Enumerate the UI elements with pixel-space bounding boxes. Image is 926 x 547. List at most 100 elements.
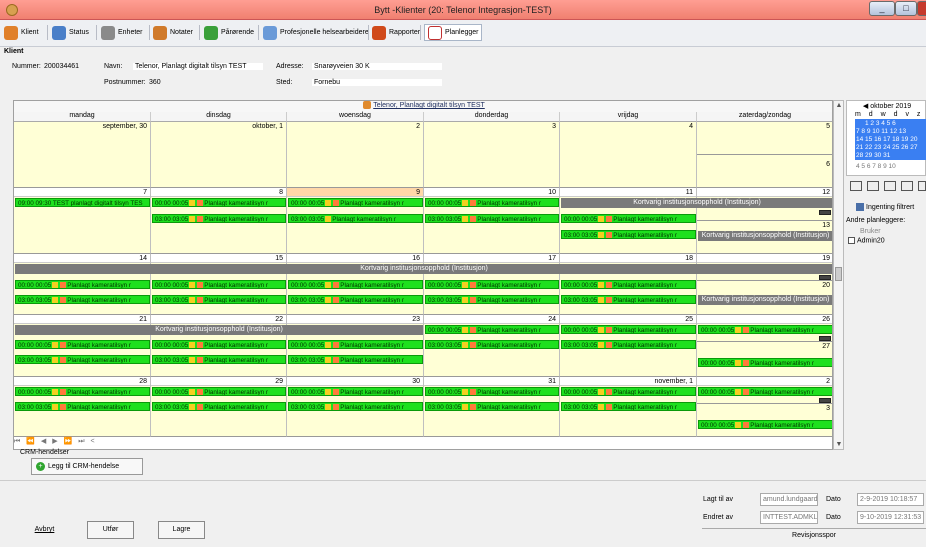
calendar-event[interactable]: 00:00 00:05 Planlagt kameratilsyn r (698, 387, 832, 396)
save-button[interactable]: Lagre (158, 521, 205, 539)
calendar-event[interactable]: 00:00 00:05 Planlagt kameratilsyn r (561, 214, 696, 223)
event-time: 00:00 00:05 (291, 200, 325, 207)
calendar-event[interactable]: 03:00 03:05 Planlagt kameratilsyn r (15, 402, 150, 411)
calendar-event[interactable]: 00:00 00:05 Planlagt kameratilsyn r (425, 325, 559, 334)
day-cell[interactable]: oktober, 1 (151, 122, 287, 188)
scroll-down-icon[interactable]: ▼ (835, 441, 843, 448)
institution-stay-event[interactable]: Kortvarig institusjonsopphold (Institusj… (15, 264, 832, 274)
calendar-event[interactable]: 00:00 00:05 Planlagt kameratilsyn r (561, 325, 696, 334)
toolbar-notater[interactable]: Notater (153, 24, 193, 41)
timeline-view-icon[interactable] (918, 181, 926, 191)
calendar-event[interactable]: 00:00 00:05 Planlagt kameratilsyn r (561, 387, 696, 396)
calendar-event[interactable]: 00:00 00:05 Planlagt kameratilsyn r (15, 387, 150, 396)
toolbar-profesjonelle[interactable]: Profesjonelle helsearbeidere (263, 24, 369, 41)
calendar-event[interactable]: 03:00 03:05 Planlagt kameratilsyn r (288, 355, 423, 364)
scroll-up-icon[interactable]: ▲ (835, 102, 843, 109)
calendar-event[interactable]: 00:00 00:05 Planlagt kameratilsyn r (152, 340, 286, 349)
revision-log-button[interactable]: Revisjonsspor (702, 528, 926, 542)
calendar-event[interactable]: 03:00 03:05 Planlagt kameratilsyn r (561, 340, 696, 349)
calendar-event[interactable]: 03:00 03:05 Planlagt kameratilsyn r (152, 402, 286, 411)
calendar-scrollbar[interactable]: ▲ ▼ (833, 100, 844, 450)
more-indicator[interactable] (819, 398, 831, 403)
filter-button[interactable]: Ingenting filtrert (856, 203, 914, 211)
calendar-event[interactable]: 03:00 03:05 Planlagt kameratilsyn r (561, 402, 696, 411)
calendar-event[interactable]: 00:00 00:05 Planlagt kameratilsyn r (288, 340, 423, 349)
calendar-event[interactable]: 03:00 03:05 Planlagt kameratilsyn r (288, 402, 423, 411)
camera-icon (606, 216, 613, 222)
execute-button[interactable]: Utfør (87, 521, 134, 539)
calendar-event[interactable]: 03:00 03:05 Planlagt kameratilsyn r (425, 214, 559, 223)
workweek-view-icon[interactable] (867, 181, 879, 191)
more-indicator[interactable] (819, 275, 831, 280)
toolbar-rapporter[interactable]: Rapporter (372, 24, 420, 41)
calendar-event[interactable]: 00:00 00:05 Planlagt kameratilsyn r (15, 280, 150, 289)
calendar-event[interactable]: 03:00 03:05 Planlagt kameratilsyn r (152, 355, 286, 364)
day-cell[interactable]: 2 (287, 122, 424, 188)
calendar-event[interactable]: 03:00 03:05 Planlagt kameratilsyn r (561, 295, 696, 304)
mini-calendar-row[interactable]: 4 5 6 7 8 9 10 (856, 163, 896, 170)
week-view-icon[interactable] (884, 181, 896, 191)
mini-calendar-row[interactable]: 21 22 23 24 25 26 27 (856, 144, 917, 151)
calendar-event[interactable]: 00:00 00:05 Planlagt kameratilsyn r (698, 325, 832, 334)
more-indicator[interactable] (819, 336, 831, 341)
institution-stay-event[interactable]: Kortvarig institusjonsopphold (Institusj… (561, 198, 832, 208)
calendar-event[interactable]: 03:00 03:05 Planlagt kameratilsyn r (152, 295, 286, 304)
calendar-event[interactable]: 03:00 03:05 Planlagt kameratilsyn r (425, 402, 559, 411)
mini-calendar[interactable]: ◀ oktober 2019 m d w d v z z 1 2 3 4 5 6… (846, 100, 926, 176)
cancel-button[interactable]: Avbryt (21, 521, 68, 539)
day-cell-sunday[interactable]: 6 (697, 155, 832, 188)
checkbox[interactable] (848, 237, 855, 244)
calendar-event[interactable]: 00:00 00:05 Planlagt kameratilsyn r (15, 340, 150, 349)
calendar-event[interactable]: 00:00 00:05 Planlagt kameratilsyn r (425, 387, 559, 396)
calendar-event[interactable]: 00:00 00:05 Planlagt kameratilsyn r (425, 198, 559, 207)
mini-calendar-row[interactable]: 28 29 30 31 (856, 152, 890, 159)
calendar-event[interactable]: 00:00 00:05 Planlagt kameratilsyn r (288, 280, 423, 289)
calendar-event[interactable]: 00:00 00:05 Planlagt kameratilsyn r (561, 280, 696, 289)
mini-calendar-row[interactable]: 14 15 16 17 18 19 20 (856, 136, 917, 143)
calendar-event[interactable]: 00:00 00:05 Planlagt kameratilsyn r (288, 198, 423, 207)
calendar-event[interactable]: 00:00 00:05 Planlagt kameratilsyn r (152, 280, 286, 289)
scrollbar-thumb[interactable] (835, 267, 842, 281)
day-cell[interactable]: 4 (560, 122, 697, 188)
toolbar-parorende[interactable]: Pårørende (204, 24, 254, 41)
calendar-event[interactable]: 00:00 00:05 Planlagt kameratilsyn r (152, 387, 286, 396)
toolbar-klient[interactable]: Klient (4, 24, 39, 41)
calendar-event[interactable]: 09:00 09:30 TEST planlagt digitalt tilsy… (15, 198, 150, 207)
calendar-event[interactable]: 03:00 03:05 Planlagt kameratilsyn r (425, 340, 559, 349)
calendar-event[interactable]: 03:00 03:05 Planlagt kameratilsyn r (425, 295, 559, 304)
calendar-event[interactable]: 03:00 03:05 Planlagt kameratilsyn r (15, 355, 150, 364)
institution-stay-event[interactable]: Kortvarig institusjonsopphold (Institusj… (15, 325, 423, 335)
calendar-event[interactable]: 00:00 00:05 Planlagt kameratilsyn r (288, 387, 423, 396)
calendar-navigation[interactable]: ⏮ ⏪ ◀ ▶ ⏩ ⏭ < (14, 437, 97, 446)
mini-calendar-row[interactable]: 1 2 3 4 5 6 (865, 120, 896, 127)
calendar-event[interactable]: 00:00 00:05 Planlagt kameratilsyn r (698, 358, 832, 367)
minimize-button[interactable]: _ (869, 1, 895, 16)
day-view-icon[interactable] (850, 181, 862, 191)
calendar-event[interactable]: 03:00 03:05 Planlagt kameratilsyn r (152, 214, 286, 223)
calendar-title[interactable]: Telenor, Planlagt digitalt tilsyn TEST (14, 101, 832, 112)
calendar-event[interactable]: 00:00 00:05 Planlagt kameratilsyn r (698, 420, 832, 429)
month-view-icon[interactable] (901, 181, 913, 191)
toolbar-status[interactable]: Status (52, 24, 89, 41)
mini-calendar-row[interactable]: 7 8 9 10 11 12 13 (856, 128, 906, 135)
calendar-event[interactable]: 00:00 00:05 Planlagt kameratilsyn r (425, 280, 559, 289)
day-cell[interactable]: 3 (424, 122, 560, 188)
calendar-event[interactable]: 03:00 03:05 Planlagt kameratilsyn r (15, 295, 150, 304)
calendar-event[interactable]: 03:00 03:05 Planlagt kameratilsyn r (288, 214, 423, 223)
toolbar-planlegger[interactable]: Planlegger (424, 24, 483, 41)
calendar-event[interactable]: 03:00 03:05 Planlagt kameratilsyn r (288, 295, 423, 304)
month-calendar[interactable]: Telenor, Planlagt digitalt tilsyn TEST m… (13, 100, 833, 450)
institution-stay-event[interactable]: Kortvarig institusjonsopphold (Institusj… (698, 295, 832, 305)
day-cell-saturday[interactable]: 5 (697, 122, 832, 155)
institution-stay-event[interactable]: Kortvarig institusjonsopphold (Institusj… (698, 231, 832, 241)
calendar-event[interactable]: 03:00 03:05 Planlagt kameratilsyn r (561, 230, 696, 239)
close-button[interactable] (917, 1, 926, 16)
calendar-event[interactable]: 00:00 00:05 Planlagt kameratilsyn r (152, 198, 286, 207)
more-indicator[interactable] (819, 210, 831, 215)
toolbar-enheter[interactable]: Enheter (101, 24, 143, 41)
day-cell[interactable]: september, 30 (14, 122, 151, 188)
maximize-button[interactable]: □ (895, 1, 917, 16)
user-checkbox-admin20[interactable]: Admin20 (848, 237, 885, 244)
event-text: Planlagt kameratilsyn r (613, 342, 677, 349)
add-crm-event-button[interactable]: + Legg til CRM-hendelse (31, 458, 143, 475)
